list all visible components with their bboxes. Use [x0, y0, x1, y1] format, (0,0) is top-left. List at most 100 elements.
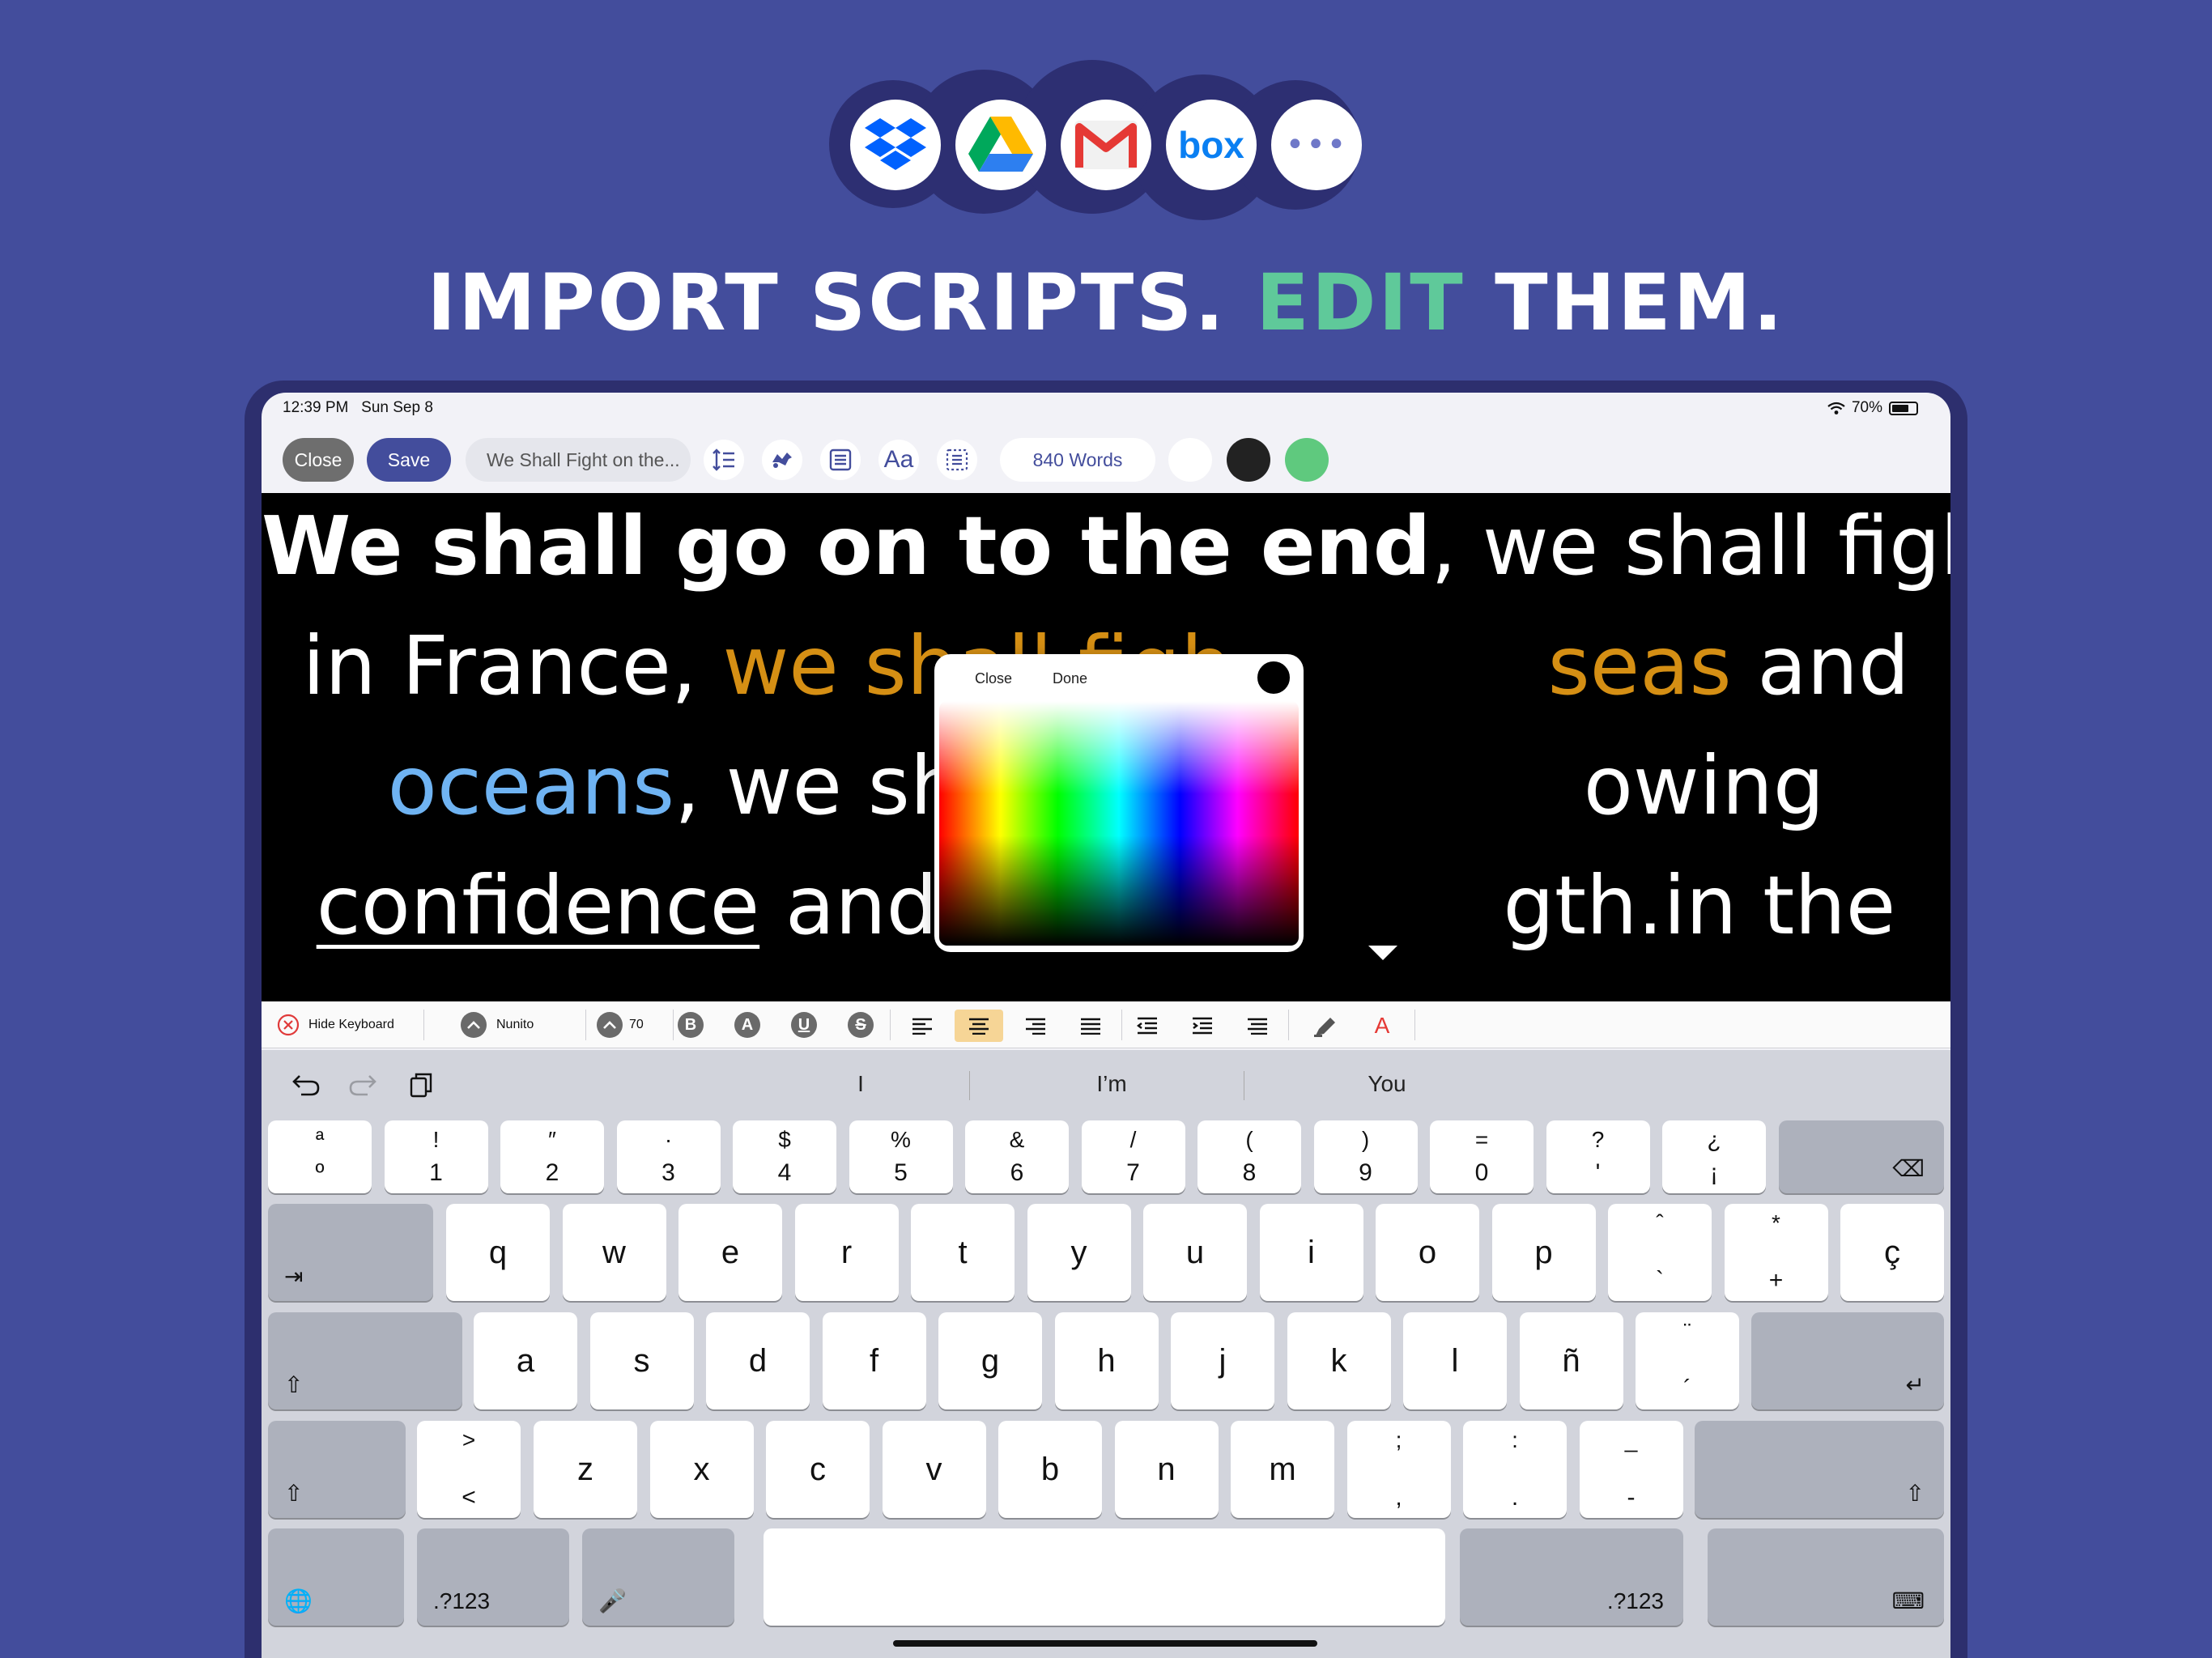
redo-icon[interactable]	[342, 1065, 383, 1105]
shift-right-key[interactable]: ⇧	[1695, 1421, 1944, 1518]
numbers-key-right[interactable]: .?123	[1460, 1528, 1683, 1626]
flip-icon[interactable]	[762, 440, 802, 480]
battery-percent: 70%	[1851, 399, 1882, 416]
color-spectrum[interactable]	[939, 701, 1299, 946]
letter-key-p[interactable]: p	[1491, 1204, 1596, 1301]
letter-key-x[interactable]: x	[649, 1421, 754, 1518]
picker-done-button[interactable]: Done	[1053, 670, 1087, 687]
undo-icon[interactable]	[286, 1065, 326, 1105]
letter-key-v[interactable]: v	[882, 1421, 986, 1518]
font-picker[interactable]: Nunito	[461, 1001, 534, 1048]
symbol-key[interactable]: ˆ `	[1608, 1204, 1712, 1301]
notes-icon[interactable]	[820, 440, 861, 480]
align-left-icon[interactable]	[898, 1010, 946, 1042]
white-color-swatch[interactable]	[1168, 438, 1212, 482]
number-key[interactable]: ″ 2	[500, 1120, 604, 1193]
symbol-key[interactable]: ;,	[1346, 1421, 1451, 1518]
document-title-field[interactable]: We Shall Fight on the...	[466, 438, 691, 482]
number-key[interactable]: % 5	[849, 1120, 953, 1193]
dictation-key[interactable]: 🎤	[582, 1528, 734, 1626]
number-key[interactable]: /7	[1081, 1120, 1185, 1193]
space-key[interactable]	[764, 1528, 1445, 1626]
letter-key-c[interactable]: c	[766, 1421, 870, 1518]
paste-icon[interactable]	[401, 1065, 441, 1105]
green-color-swatch[interactable]	[1285, 438, 1329, 482]
number-key[interactable]: & 6	[965, 1120, 1069, 1193]
cloud-services-strip: box •••	[829, 60, 1383, 228]
text-color-button[interactable]: A	[1358, 1010, 1406, 1042]
font-settings-icon[interactable]: Aa	[878, 440, 919, 480]
number-key[interactable]: ) 9	[1313, 1120, 1418, 1193]
letter-key-j[interactable]: j	[1171, 1312, 1274, 1409]
select-all-icon[interactable]	[937, 440, 977, 480]
align-center-icon[interactable]	[955, 1010, 1003, 1042]
letter-key-k[interactable]: k	[1287, 1312, 1391, 1409]
letter-key-h[interactable]: h	[1054, 1312, 1159, 1409]
letter-key-q[interactable]: q	[446, 1204, 550, 1301]
shift-left-key[interactable]: ⇧	[268, 1421, 406, 1518]
letter-key-e[interactable]: e	[678, 1204, 782, 1301]
number-key[interactable]: ªº	[268, 1120, 372, 1193]
letter-key-o[interactable]: o	[1376, 1204, 1479, 1301]
picker-close-button[interactable]: Close	[975, 670, 1012, 687]
indent-decrease-icon[interactable]	[1123, 1010, 1172, 1042]
letter-key-t[interactable]: t	[911, 1204, 1015, 1301]
backspace-key[interactable]: ⌫	[1779, 1120, 1944, 1193]
underline-button[interactable]: U	[791, 1001, 817, 1048]
close-button[interactable]: Close	[283, 438, 354, 482]
letter-key-w[interactable]: w	[562, 1204, 666, 1301]
letter-key-z[interactable]: z	[534, 1421, 637, 1518]
symbol-key[interactable]: > <	[417, 1421, 521, 1518]
letter-key-y[interactable]: y	[1027, 1204, 1131, 1301]
tab-key[interactable]: ⇥	[268, 1204, 433, 1301]
number-key[interactable]: = 0	[1430, 1120, 1534, 1193]
letter-key-s[interactable]: s	[589, 1312, 694, 1409]
prediction-3[interactable]: You	[1249, 1050, 1525, 1118]
home-indicator	[893, 1640, 1317, 1647]
number-key[interactable]: ! 1	[384, 1120, 488, 1193]
black-color-swatch[interactable]	[1227, 438, 1270, 482]
return-key[interactable]: ↵	[1751, 1312, 1944, 1409]
hide-keyboard-button[interactable]: Hide Keyboard	[276, 1001, 394, 1048]
bold-button[interactable]: B	[678, 1001, 704, 1048]
list-icon[interactable]	[1233, 1010, 1282, 1042]
letter-key-d[interactable]: d	[706, 1312, 810, 1409]
numbers-key-left[interactable]: .?123	[417, 1528, 569, 1626]
letter-key-i[interactable]: i	[1259, 1204, 1363, 1301]
letter-key-b[interactable]: b	[998, 1421, 1102, 1518]
font-size-picker[interactable]: 70	[597, 1001, 644, 1048]
number-key[interactable]: (8	[1197, 1120, 1301, 1193]
number-key[interactable]: · 3	[616, 1120, 721, 1193]
ipad-screen: 12:39 PM Sun Sep 8 70% Close Save We Sha…	[262, 393, 1950, 1658]
symbol-key[interactable]: _ -	[1579, 1421, 1683, 1518]
letter-key-l[interactable]: l	[1403, 1312, 1507, 1409]
dismiss-keyboard-key[interactable]: ⌨	[1708, 1528, 1944, 1626]
align-right-icon[interactable]	[1011, 1010, 1060, 1042]
number-key[interactable]: ¿ ¡	[1662, 1120, 1766, 1193]
indent-increase-icon[interactable]	[1178, 1010, 1227, 1042]
symbol-key[interactable]: * +	[1724, 1204, 1828, 1301]
line-spacing-icon[interactable]	[704, 440, 744, 480]
letter-key-f[interactable]: f	[822, 1312, 926, 1409]
symbol-key[interactable]: :.	[1463, 1421, 1567, 1518]
letter-key-a[interactable]: a	[474, 1312, 577, 1409]
number-key[interactable]: $4	[733, 1120, 836, 1193]
number-key[interactable]: ? '	[1546, 1120, 1650, 1193]
align-justify-icon[interactable]	[1066, 1010, 1115, 1042]
symbol-key[interactable]: ¨ ´	[1636, 1312, 1739, 1409]
letter-key-m[interactable]: m	[1231, 1421, 1334, 1518]
letter-key-ñ[interactable]: ñ	[1519, 1312, 1623, 1409]
letter-key-n[interactable]: n	[1114, 1421, 1219, 1518]
letter-key-g[interactable]: g	[938, 1312, 1042, 1409]
prediction-2[interactable]: I’m	[974, 1050, 1249, 1118]
italic-button[interactable]: A	[734, 1001, 760, 1048]
save-button[interactable]: Save	[367, 438, 451, 482]
letter-key-u[interactable]: u	[1143, 1204, 1247, 1301]
highlighter-icon[interactable]	[1301, 1010, 1350, 1042]
strikethrough-button[interactable]: S	[848, 1001, 874, 1048]
globe-key[interactable]: 🌐	[268, 1528, 404, 1626]
shift-lock-key[interactable]: ⇧	[268, 1312, 462, 1409]
letter-key-r[interactable]: r	[794, 1204, 899, 1301]
letter-key[interactable]: ç	[1840, 1204, 1944, 1301]
selected-color-swatch	[1255, 659, 1292, 696]
